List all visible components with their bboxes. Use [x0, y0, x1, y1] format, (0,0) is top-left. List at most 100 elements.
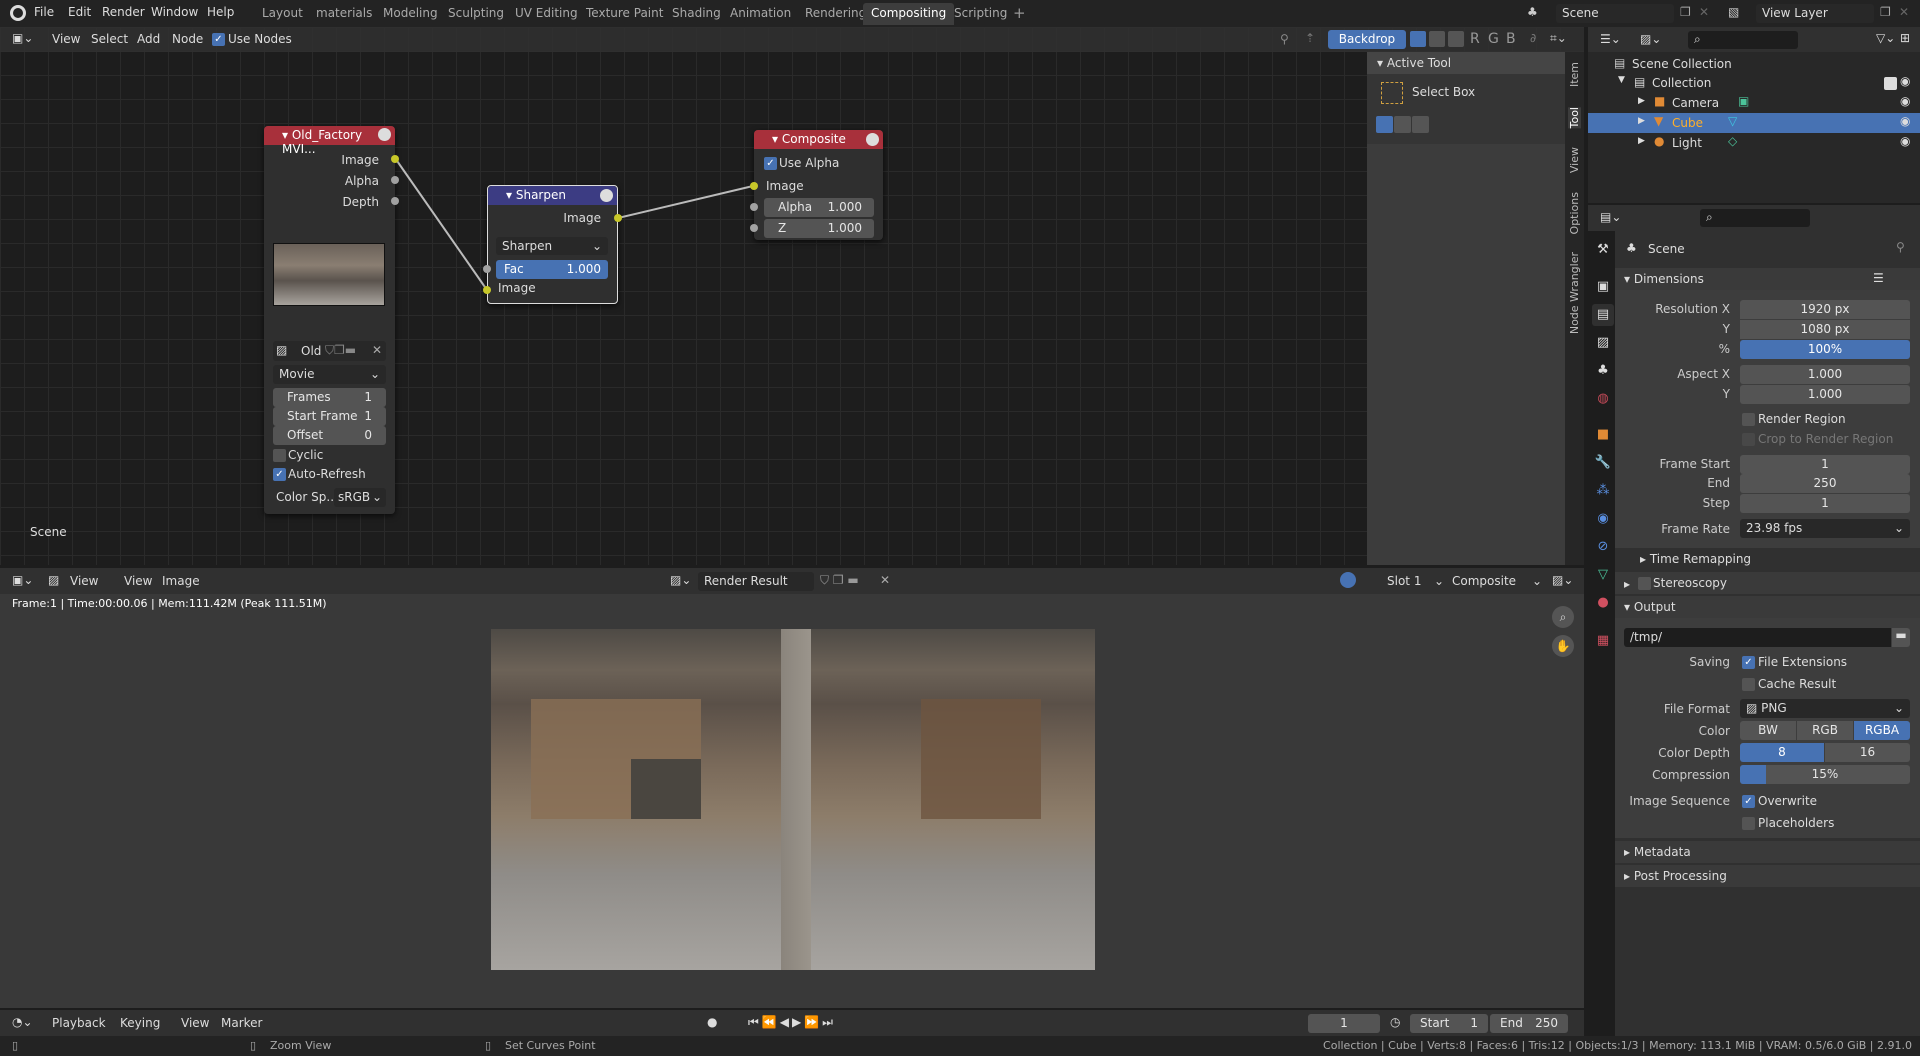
- filter-icon[interactable]: ▽⌄: [1876, 31, 1895, 45]
- mode-extend-icon[interactable]: [1394, 116, 1411, 133]
- socket-fac-in[interactable]: [483, 265, 491, 273]
- image-selector[interactable]: ▨ Old ⛉❐▬ ✕: [273, 341, 386, 361]
- post-processing-toggle[interactable]: ▸ Post Processing: [1624, 869, 1727, 883]
- frame-end-field[interactable]: 250: [1740, 474, 1910, 493]
- sidebar-tab-options[interactable]: Options: [1568, 192, 1581, 234]
- crop-region-checkbox[interactable]: [1742, 433, 1755, 446]
- socket-image-in[interactable]: [750, 182, 758, 190]
- start-frame-field[interactable]: Start Frame 1: [273, 407, 386, 426]
- compression-slider[interactable]: 15%: [1740, 765, 1910, 784]
- render-tab-icon[interactable]: ▣: [1592, 276, 1614, 298]
- view-mode-dropdown[interactable]: View: [70, 574, 98, 588]
- color-rgb-button[interactable]: RGB: [1797, 721, 1853, 740]
- frame-start-field[interactable]: 1: [1740, 455, 1910, 474]
- image-browse-icon[interactable]: ▨⌄: [670, 573, 691, 587]
- menu-keying[interactable]: Keying: [120, 1016, 160, 1030]
- scene-collection-label[interactable]: Scene Collection: [1632, 57, 1732, 71]
- sharpen-node-header[interactable]: ▾ Sharpen: [488, 186, 617, 205]
- copy-view-layer-icon[interactable]: ❐: [1880, 5, 1891, 19]
- aspect-x-field[interactable]: 1.000: [1740, 365, 1910, 384]
- node-preview-icon[interactable]: [378, 128, 391, 141]
- mode-new-icon[interactable]: [1376, 116, 1393, 133]
- color-rgba-button[interactable]: RGBA: [1854, 721, 1910, 740]
- composite-node[interactable]: ▾ Composite ✓ Use Alpha Image Alpha 1.000…: [750, 130, 883, 240]
- image-browse-icon[interactable]: ▨: [276, 343, 287, 357]
- collection-label[interactable]: Collection: [1652, 76, 1711, 90]
- menu-playback[interactable]: Playback: [52, 1016, 106, 1030]
- editor-type-icon[interactable]: ▤⌄: [1600, 210, 1621, 224]
- presets-icon[interactable]: ☰: [1873, 271, 1884, 285]
- sidebar-tab-view[interactable]: View: [1568, 147, 1581, 173]
- display-channels-icon[interactable]: [1340, 572, 1356, 588]
- filter-view-icon[interactable]: ▨⌄: [1640, 32, 1661, 46]
- layer-dropdown[interactable]: Composite: [1452, 574, 1516, 588]
- time-remapping-toggle[interactable]: ▸ Time Remapping: [1640, 552, 1751, 566]
- output-path-field[interactable]: /tmp/: [1624, 628, 1891, 647]
- aspect-y-field[interactable]: 1.000: [1740, 385, 1910, 404]
- folder-icon[interactable]: ▬: [1892, 628, 1910, 647]
- overwrite-checkbox[interactable]: ✓: [1742, 795, 1755, 808]
- texture-tab-icon[interactable]: ▦: [1592, 630, 1614, 652]
- outliner-row-light[interactable]: ▶ ● Light ◇ ◉: [1588, 133, 1920, 153]
- socket-alpha-in[interactable]: [750, 203, 758, 211]
- delete-view-layer-icon[interactable]: ✕: [1899, 5, 1909, 19]
- sidebar-tab-node-wrangler[interactable]: Node Wrangler: [1568, 252, 1581, 334]
- composite-node-header[interactable]: ▾ Composite: [754, 130, 883, 149]
- auto-keying-icon[interactable]: ●: [707, 1015, 717, 1029]
- preview-range-icon[interactable]: ◷: [1390, 1015, 1400, 1029]
- socket-image-out[interactable]: [391, 155, 399, 163]
- depth-8-button[interactable]: 8: [1740, 743, 1824, 762]
- movie-clip-node[interactable]: ▾ Old_Factory MVI... Image Alpha Depth ▨…: [264, 126, 399, 514]
- sidebar-tab-item[interactable]: Item: [1568, 62, 1581, 87]
- cache-result-checkbox[interactable]: [1742, 678, 1755, 691]
- object-tab-icon[interactable]: ■: [1592, 424, 1614, 446]
- outliner-search[interactable]: ⌕: [1688, 31, 1798, 49]
- unlink-icon[interactable]: ✕: [372, 343, 382, 357]
- res-pct-slider[interactable]: 100%: [1740, 340, 1910, 359]
- metadata-toggle[interactable]: ▸ Metadata: [1624, 845, 1691, 859]
- menu-image[interactable]: Image: [162, 574, 200, 588]
- offset-field[interactable]: Offset 0: [273, 426, 386, 445]
- select-box-icon[interactable]: [1381, 82, 1403, 104]
- outliner-row-cube[interactable]: ▶ ▼ Cube ▽ ◉: [1588, 113, 1920, 133]
- node-preview-icon[interactable]: [600, 189, 613, 202]
- file-extensions-checkbox[interactable]: ✓: [1742, 656, 1755, 669]
- socket-image-in[interactable]: [483, 286, 491, 294]
- pan-hand-icon[interactable]: ✋: [1552, 635, 1574, 657]
- menu-view[interactable]: View: [181, 1016, 209, 1030]
- image-display-icon[interactable]: ▨⌄: [1552, 573, 1573, 587]
- playback-controls[interactable]: ⏮⏪◀▶⏩⏭: [748, 1015, 836, 1030]
- data-tab-icon[interactable]: ▽: [1592, 564, 1614, 586]
- alpha-field[interactable]: Alpha 1.000: [764, 198, 874, 217]
- colorspace-dropdown[interactable]: sRGB ⌄: [334, 488, 386, 507]
- pin-icon[interactable]: ⚲: [1896, 240, 1905, 254]
- end-frame-field[interactable]: End 250: [1490, 1014, 1568, 1033]
- editor-type-icon[interactable]: ▣⌄: [12, 573, 33, 587]
- socket-alpha-out[interactable]: [391, 176, 399, 184]
- image-name[interactable]: Old: [301, 344, 321, 358]
- zoom-icon[interactable]: ⌕: [1552, 606, 1574, 628]
- display-mode-icon[interactable]: ☰⌄: [1600, 32, 1621, 46]
- current-frame-field[interactable]: 1: [1308, 1014, 1380, 1033]
- frame-step-field[interactable]: 1: [1740, 494, 1910, 513]
- use-alpha-checkbox[interactable]: ✓: [764, 157, 777, 170]
- stereoscopy-toggle[interactable]: ▸: [1624, 577, 1630, 591]
- file-format-dropdown[interactable]: ▨ PNG ⌄: [1740, 699, 1910, 718]
- z-field[interactable]: Z 1.000: [764, 219, 874, 238]
- socket-z-in[interactable]: [750, 224, 758, 232]
- constraints-tab-icon[interactable]: ⊘: [1592, 536, 1614, 558]
- visibility-eye-icon[interactable]: ◉: [1900, 134, 1910, 148]
- depth-16-button[interactable]: 16: [1825, 743, 1910, 762]
- fake-user-icon[interactable]: ⛉❐▬: [325, 343, 356, 358]
- properties-search[interactable]: ⌕: [1700, 209, 1810, 227]
- visibility-eye-icon[interactable]: ◉: [1900, 74, 1910, 88]
- material-tab-icon[interactable]: ●: [1592, 592, 1614, 614]
- frame-rate-dropdown[interactable]: 23.98 fps ⌄: [1740, 519, 1910, 538]
- res-y-field[interactable]: 1080 px: [1740, 320, 1910, 339]
- copy-scene-icon[interactable]: ❐: [1680, 5, 1691, 19]
- menu-marker[interactable]: Marker: [221, 1016, 262, 1030]
- output-toggle[interactable]: ▾ Output: [1624, 600, 1676, 614]
- socket-image-out[interactable]: [614, 214, 622, 222]
- delete-scene-icon[interactable]: ✕: [1699, 5, 1709, 19]
- new-collection-icon[interactable]: ⊞: [1900, 31, 1910, 45]
